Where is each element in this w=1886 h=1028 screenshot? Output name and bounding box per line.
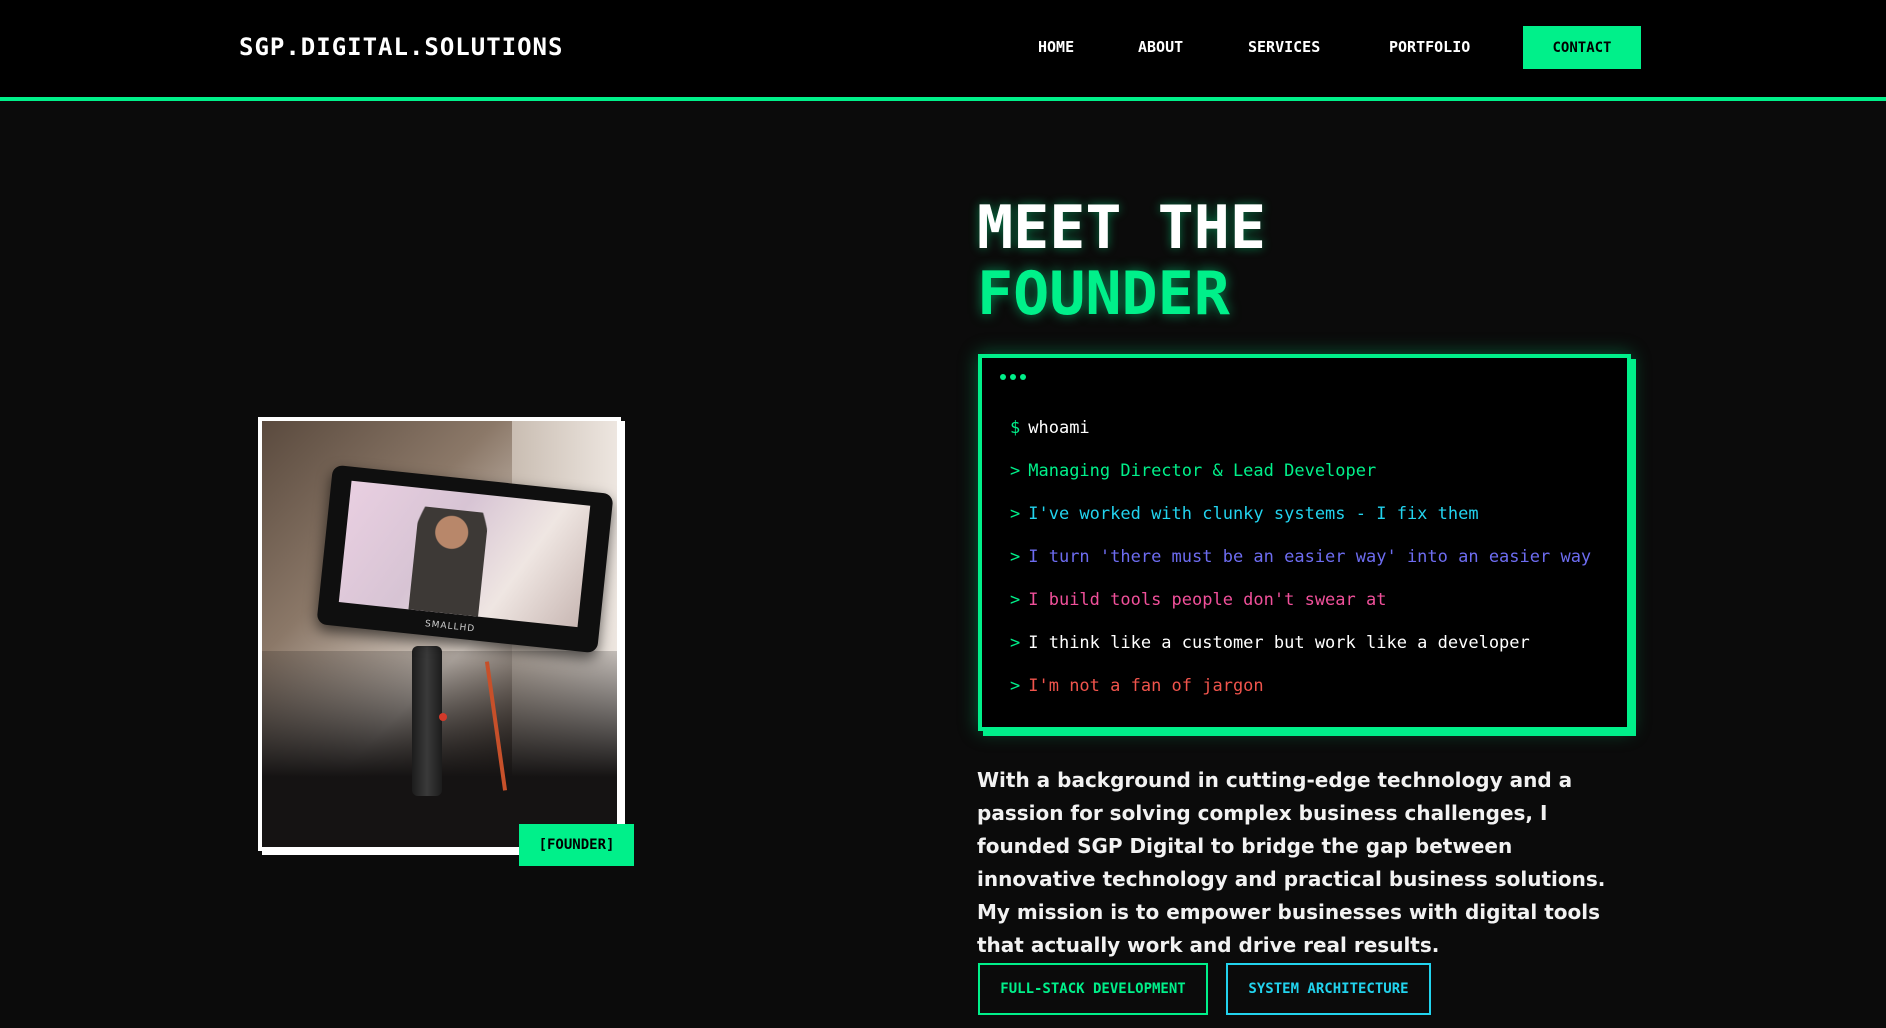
photo-monitor-brand: SMALLHD	[424, 619, 476, 635]
page-title-line2: FOUNDER	[977, 259, 1230, 329]
photo-monitor-screen	[338, 480, 591, 628]
nav-services[interactable]: SERVICES	[1248, 38, 1320, 56]
page-title-line1: MEET THE	[977, 193, 1266, 263]
skill-system-architecture-button[interactable]: SYSTEM ARCHITECTURE	[1226, 963, 1431, 1015]
terminal-line: > I've worked with clunky systems - I fix…	[1010, 504, 1479, 524]
page-title: MEET THE FOUNDER	[977, 195, 1266, 327]
photo-field-monitor: SMALLHD	[316, 464, 614, 654]
terminal-command: $ whoami	[1010, 418, 1090, 438]
terminal-line: > I think like a customer but work like a…	[1010, 633, 1530, 653]
terminal-window: $ whoami > Managing Director & Lead Develo…	[978, 354, 1631, 731]
photo-monitor-mount	[412, 646, 442, 796]
skill-full-stack-button[interactable]: FULL-STACK DEVELOPMENT	[978, 963, 1208, 1015]
nav-about[interactable]: ABOUT	[1138, 38, 1183, 56]
founder-bio: With a background in cutting-edge techno…	[977, 768, 1606, 957]
nav-home[interactable]: HOME	[1038, 38, 1074, 56]
founder-tag: [FOUNDER]	[519, 824, 634, 866]
terminal-line: > I'm not a fan of jargon	[1010, 676, 1264, 696]
founder-photo: SMALLHD	[258, 417, 621, 851]
terminal-dots-icon	[1000, 374, 1026, 380]
terminal-command-text: whoami	[1028, 418, 1090, 438]
terminal-line: > I build tools people don't swear at	[1010, 590, 1387, 610]
contact-button[interactable]: CONTACT	[1523, 26, 1641, 69]
photo-red-knob	[439, 713, 447, 721]
terminal-line: > Managing Director & Lead Developer	[1010, 461, 1377, 481]
photo-founder-figure	[408, 505, 489, 617]
terminal-line: > I turn 'there must be an easier way' in…	[1010, 547, 1592, 567]
nav-portfolio[interactable]: PORTFOLIO	[1389, 38, 1470, 56]
terminal-prompt: $	[1010, 418, 1021, 438]
main-nav: HOME ABOUT SERVICES PORTFOLIO CONTACT	[0, 0, 1886, 97]
site-header: SGP.DIGITAL.SOLUTIONS HOME ABOUT SERVICE…	[0, 0, 1886, 101]
